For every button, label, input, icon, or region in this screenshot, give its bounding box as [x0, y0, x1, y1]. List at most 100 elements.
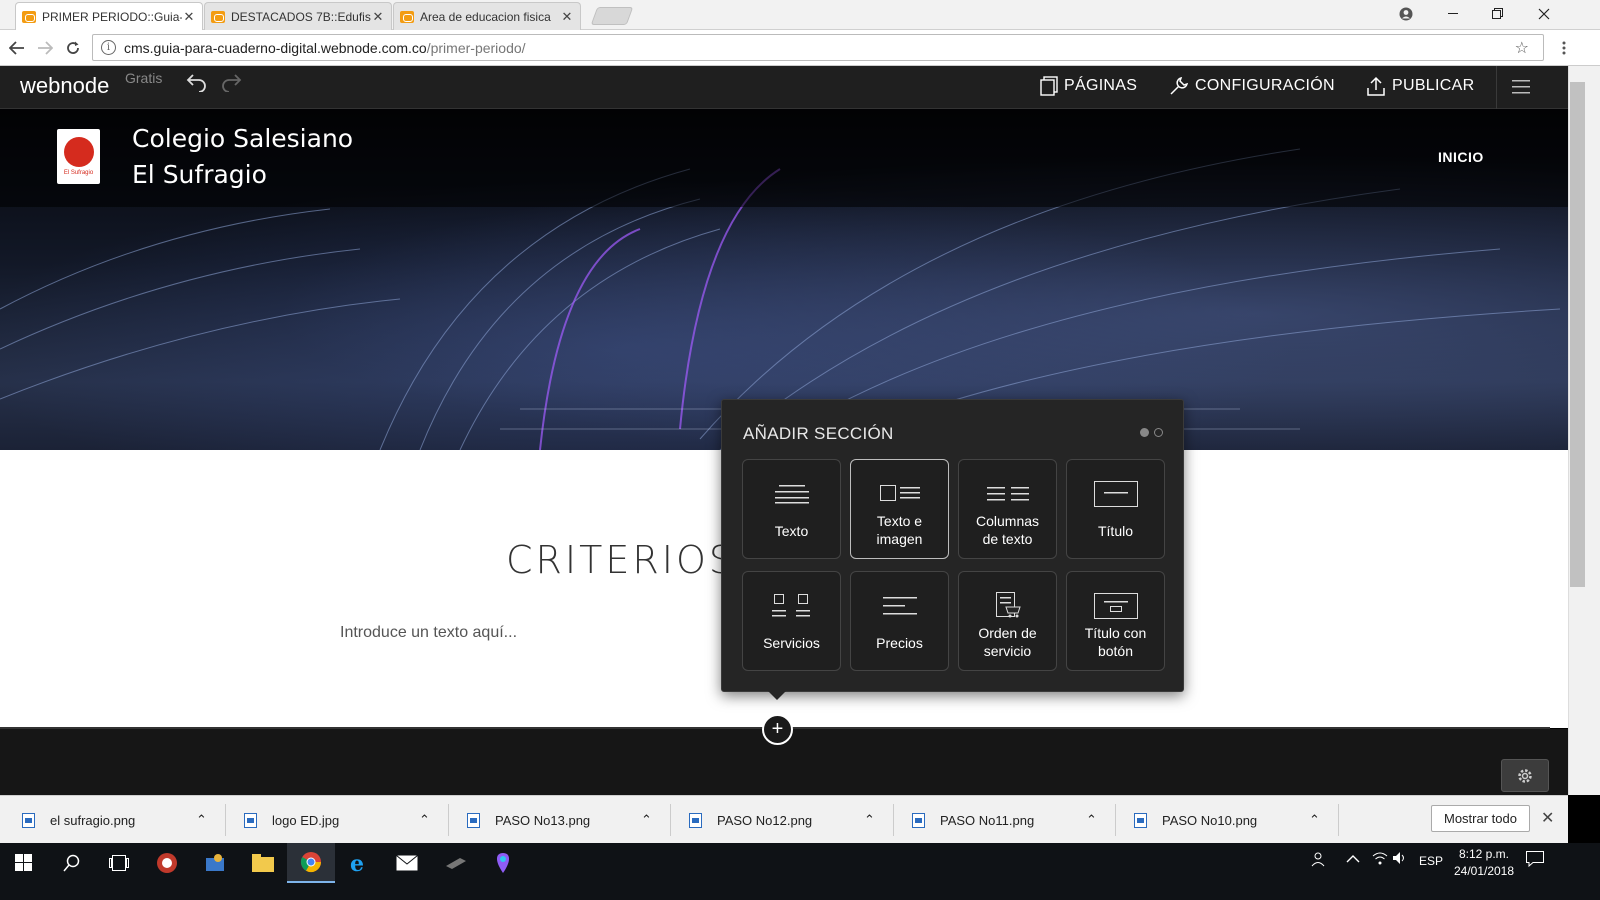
- minimize-window-button[interactable]: [1432, 0, 1476, 28]
- webnode-favicon-icon: [22, 11, 36, 23]
- wifi-icon[interactable]: [1372, 851, 1388, 868]
- tile-precios[interactable]: Precios: [850, 571, 949, 671]
- app-red-icon[interactable]: [143, 843, 191, 883]
- tab-title: PRIMER PERIODO::Guia-p: [42, 10, 182, 24]
- download-item[interactable]: PASO No11.png: [912, 796, 1034, 844]
- show-all-downloads-button[interactable]: Mostrar todo: [1431, 805, 1530, 832]
- close-window-button[interactable]: [1522, 0, 1566, 28]
- tile-orden-de-servicio[interactable]: Orden de servicio: [958, 571, 1057, 671]
- settings-button[interactable]: CONFIGURACIÓN: [1169, 76, 1335, 96]
- file-explorer-icon[interactable]: [239, 843, 287, 883]
- windows-start-icon[interactable]: [0, 843, 48, 883]
- upload-icon: [1367, 76, 1385, 96]
- mail-icon[interactable]: [383, 843, 431, 883]
- close-tab-icon[interactable]: ✕: [371, 9, 385, 25]
- tile-texto[interactable]: Texto: [742, 459, 841, 559]
- profile-icon[interactable]: [1384, 0, 1428, 28]
- hamburger-menu-icon[interactable]: [1512, 80, 1532, 99]
- undo-icon[interactable]: [186, 72, 208, 98]
- tile-titulo[interactable]: Título: [1066, 459, 1165, 559]
- webnode-favicon-icon: [211, 10, 225, 23]
- control-panel-icon[interactable]: [191, 843, 239, 883]
- site-info-icon[interactable]: i: [101, 40, 116, 55]
- scrollbar-thumb[interactable]: [1570, 82, 1585, 587]
- download-separator: [1115, 804, 1116, 836]
- url-path: /primer-periodo/: [426, 39, 526, 56]
- site-name-line1[interactable]: Colegio Salesiano: [132, 124, 353, 153]
- image-file-icon: [1134, 812, 1147, 828]
- chevron-up-icon[interactable]: ⌃: [641, 796, 652, 844]
- school-logo[interactable]: El Sufragio: [57, 129, 100, 184]
- tile-label: Precios: [876, 635, 923, 651]
- language-indicator[interactable]: ESP: [1419, 854, 1443, 868]
- tile-label: Columnas: [975, 513, 1040, 529]
- close-tab-icon[interactable]: ✕: [560, 9, 574, 25]
- browser-menu-icon[interactable]: [1552, 36, 1576, 60]
- chevron-up-icon[interactable]: ⌃: [196, 796, 207, 844]
- image-file-icon: [22, 812, 35, 828]
- download-item[interactable]: PASO No13.png: [467, 796, 590, 844]
- webnode-logo[interactable]: webnode: [20, 73, 109, 99]
- download-separator: [448, 804, 449, 836]
- page-dot[interactable]: [1154, 428, 1163, 437]
- services-icon: [743, 594, 840, 618]
- chevron-up-icon[interactable]: ⌃: [864, 796, 875, 844]
- section-text-placeholder[interactable]: Introduce un texto aquí...: [340, 624, 517, 642]
- task-view-icon[interactable]: [95, 843, 143, 883]
- close-tab-icon[interactable]: ✕: [182, 9, 196, 25]
- app-device-icon[interactable]: [431, 843, 479, 883]
- image-file-icon: [244, 812, 257, 828]
- site-name-line2[interactable]: El Sufragio: [132, 160, 267, 189]
- browser-tab[interactable]: PRIMER PERIODO::Guia-p ✕: [15, 2, 203, 31]
- toolbar-divider: [1496, 66, 1497, 109]
- tile-texto-e-imagen[interactable]: Texto e imagen: [850, 459, 949, 559]
- pages-button[interactable]: PÁGINAS: [1040, 76, 1137, 96]
- browser-tab[interactable]: DESTACADOS 7B::Edufisi ✕: [204, 2, 392, 30]
- gear-icon[interactable]: [1501, 759, 1549, 792]
- notifications-icon[interactable]: [1526, 851, 1544, 870]
- paint-3d-icon[interactable]: [479, 843, 527, 883]
- forward-arrow-icon[interactable]: [33, 36, 57, 60]
- pages-icon: [1040, 76, 1058, 96]
- reload-icon[interactable]: [61, 36, 85, 60]
- chevron-up-icon[interactable]: ⌃: [419, 796, 430, 844]
- service-order-icon: [959, 592, 1056, 618]
- download-filename: el sufragio.png: [50, 812, 136, 828]
- bookmark-star-icon[interactable]: ☆: [1515, 38, 1529, 58]
- restore-window-button[interactable]: [1476, 0, 1520, 28]
- download-item[interactable]: el sufragio.png: [22, 796, 135, 844]
- nav-link-inicio[interactable]: INICIO: [1438, 149, 1484, 165]
- page-dot-active[interactable]: [1140, 428, 1149, 437]
- publish-button[interactable]: PUBLICAR: [1366, 76, 1474, 96]
- download-item[interactable]: PASO No12.png: [689, 796, 812, 844]
- system-clock[interactable]: 8:12 p.m. 24/01/2018: [1452, 846, 1516, 880]
- download-item[interactable]: logo ED.jpg: [244, 796, 339, 844]
- back-arrow-icon[interactable]: [5, 36, 29, 60]
- people-icon[interactable]: [1310, 851, 1326, 870]
- tile-label: Orden de: [978, 625, 1037, 641]
- image-file-icon: [912, 812, 925, 828]
- image-file-icon: [689, 812, 702, 828]
- chevron-up-icon[interactable]: [1346, 851, 1360, 867]
- download-item[interactable]: PASO No10.png: [1134, 796, 1257, 844]
- volume-icon[interactable]: [1392, 851, 1408, 868]
- new-tab-button[interactable]: [590, 7, 634, 25]
- svg-text:e: e: [350, 852, 364, 874]
- chevron-up-icon[interactable]: ⌃: [1309, 796, 1320, 844]
- add-section-button[interactable]: +: [762, 714, 793, 745]
- chrome-icon[interactable]: [287, 843, 335, 883]
- url-host: cms.guia-para-cuaderno-digital.webnode.c…: [124, 39, 427, 56]
- redo-icon[interactable]: [220, 72, 242, 98]
- tile-columnas-de-texto[interactable]: Columnas de texto: [958, 459, 1057, 559]
- internet-explorer-icon[interactable]: e: [335, 843, 383, 883]
- pages-label: PÁGINAS: [1064, 77, 1138, 94]
- browser-tab[interactable]: Area de educacion fisica ✕: [393, 2, 581, 30]
- close-downloads-icon[interactable]: ✕: [1541, 808, 1554, 828]
- section-heading[interactable]: CRITERIOS: [506, 538, 736, 582]
- chevron-up-icon[interactable]: ⌃: [1086, 796, 1097, 844]
- wrench-icon: [1170, 76, 1189, 95]
- tile-titulo-con-boton[interactable]: Título con botón: [1066, 571, 1165, 671]
- url-input[interactable]: i cms.guia-para-cuaderno-digital.webnode…: [92, 34, 1544, 61]
- search-icon[interactable]: [48, 843, 96, 883]
- tile-servicios[interactable]: Servicios: [742, 571, 841, 671]
